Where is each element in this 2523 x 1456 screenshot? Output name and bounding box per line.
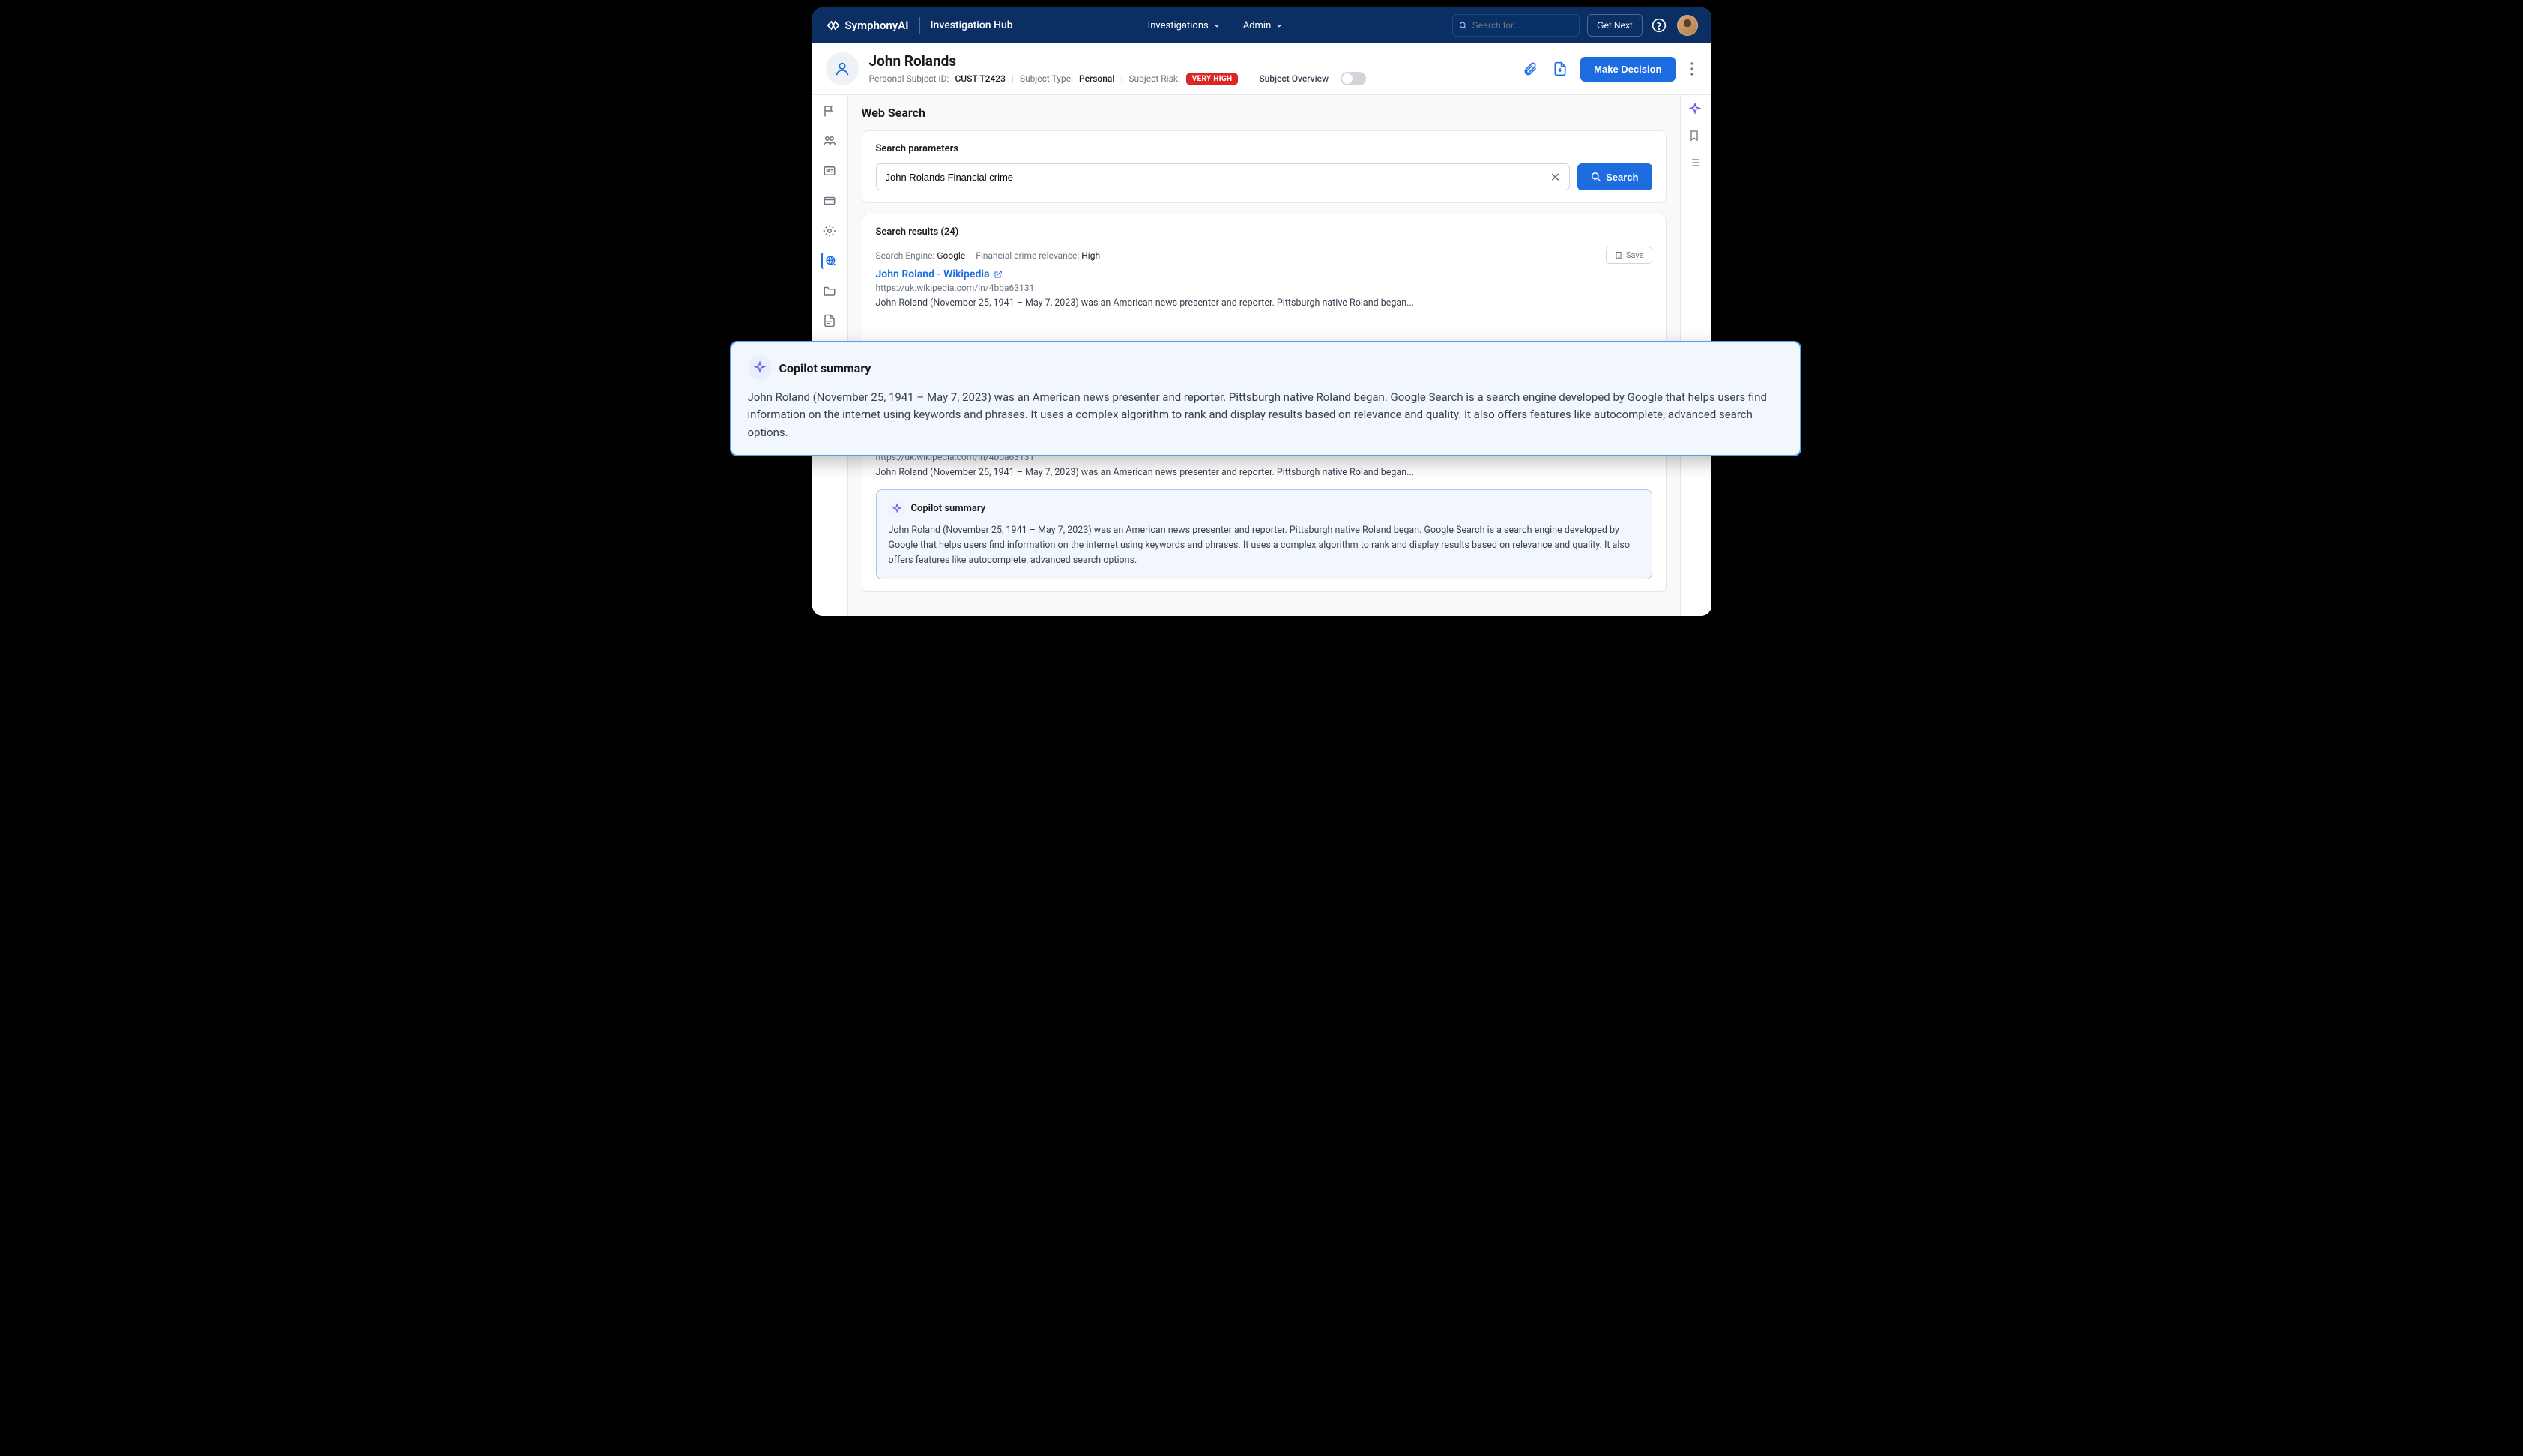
symphony-icon: [826, 18, 841, 33]
rail-bookmark[interactable]: [1688, 130, 1703, 145]
save-result-button[interactable]: Save: [1606, 247, 1652, 264]
copilot-heading: Copilot summary: [779, 361, 871, 375]
top-bar: SymphonyAI Investigation Hub Investigati…: [812, 7, 1711, 43]
copilot-heading: Copilot summary: [911, 503, 986, 514]
rail-list[interactable]: [1688, 157, 1703, 172]
sidebar-folder[interactable]: [821, 283, 838, 299]
nav-investigations[interactable]: Investigations: [1148, 20, 1221, 31]
sidebar-websearch[interactable]: [821, 253, 837, 269]
sidebar-card[interactable]: [821, 163, 838, 179]
hub-title: Investigation Hub: [931, 19, 1013, 31]
result-url: https://uk.wikipedia.com/in/4bba63131: [876, 283, 1652, 293]
overview-label: Subject Overview: [1259, 73, 1329, 84]
result-snippet: John Roland (November 25, 1941 – May 7, …: [876, 466, 1652, 480]
copilot-summary-box: Copilot summary John Roland (November 25…: [876, 489, 1652, 579]
clear-search-button[interactable]: ✕: [1550, 170, 1560, 184]
users-icon: [823, 134, 836, 148]
make-decision-button[interactable]: Make Decision: [1580, 57, 1675, 82]
folder-icon: [823, 284, 836, 297]
flag-icon: [823, 104, 836, 118]
overview-toggle[interactable]: [1341, 72, 1366, 85]
user-icon: [834, 61, 850, 77]
sidebar-wallet[interactable]: [821, 193, 838, 209]
search-button[interactable]: Search: [1577, 163, 1652, 190]
global-search-input[interactable]: [1472, 20, 1574, 31]
attachment-button[interactable]: [1520, 59, 1540, 79]
list-icon: [1688, 157, 1700, 169]
subject-header: John Rolands Personal Subject ID:CUST-T2…: [812, 43, 1711, 95]
sidebar-flag[interactable]: [821, 103, 838, 119]
id-card-icon: [823, 164, 836, 178]
kebab-icon: [1690, 62, 1693, 76]
file-plus-icon: [1553, 61, 1568, 76]
subject-avatar: [826, 52, 859, 85]
globe-search-icon: [825, 254, 837, 268]
results-header: Search results (24): [876, 226, 1652, 238]
search-icon: [1459, 21, 1468, 31]
global-search[interactable]: [1452, 14, 1580, 37]
bookmark-icon: [1614, 251, 1623, 260]
copilot-text: John Roland (November 25, 1941 – May 7, …: [889, 523, 1640, 568]
wallet-icon: [823, 194, 836, 208]
subject-meta: Personal Subject ID:CUST-T2423 | Subject…: [869, 72, 1366, 85]
sidebar-settings[interactable]: [821, 223, 838, 239]
brand-logo: SymphonyAI: [826, 18, 909, 33]
chevron-down-icon: [1213, 22, 1221, 29]
sparkle-icon: [1688, 103, 1702, 116]
search-query-input[interactable]: [886, 172, 1550, 183]
nav-admin[interactable]: Admin: [1243, 20, 1284, 31]
copilot-text: John Roland (November 25, 1941 – May 7, …: [748, 389, 1783, 441]
gear-icon: [823, 224, 836, 238]
user-avatar[interactable]: [1677, 15, 1698, 36]
risk-badge: VERY HIGH: [1186, 73, 1239, 85]
sparkle-icon: [748, 356, 772, 380]
sparkle-icon: [889, 501, 905, 517]
search-icon: [1591, 172, 1601, 182]
paperclip-icon: [1523, 61, 1538, 76]
chevron-down-icon: [1275, 22, 1283, 29]
document-icon: [823, 314, 836, 327]
add-file-button[interactable]: [1550, 59, 1570, 79]
sidebar-group[interactable]: [821, 133, 838, 149]
rail-sparkle[interactable]: [1688, 103, 1703, 118]
bookmark-icon: [1688, 130, 1700, 142]
page-title: Web Search: [862, 106, 1667, 120]
search-parameters-card: Search parameters ✕ Search: [862, 130, 1667, 203]
search-input-wrapper: ✕: [876, 163, 1571, 190]
sidebar-doc[interactable]: [821, 312, 838, 329]
app-window: SymphonyAI Investigation Hub Investigati…: [812, 7, 1711, 616]
result-snippet: John Roland (November 25, 1941 – May 7, …: [876, 297, 1652, 311]
search-params-label: Search parameters: [876, 143, 1652, 154]
get-next-button[interactable]: Get Next: [1587, 14, 1642, 37]
external-link-icon: [994, 270, 1003, 279]
divider: [919, 17, 920, 34]
more-button[interactable]: [1686, 62, 1698, 76]
subject-name: John Rolands: [869, 52, 1366, 70]
help-icon[interactable]: [1652, 18, 1667, 33]
result-link[interactable]: John Roland - Wikipedia: [876, 268, 1652, 280]
copilot-summary-overlay: Copilot summary John Roland (November 25…: [730, 341, 1801, 456]
result-meta: Search Engine: Google Financial crime re…: [876, 247, 1652, 264]
